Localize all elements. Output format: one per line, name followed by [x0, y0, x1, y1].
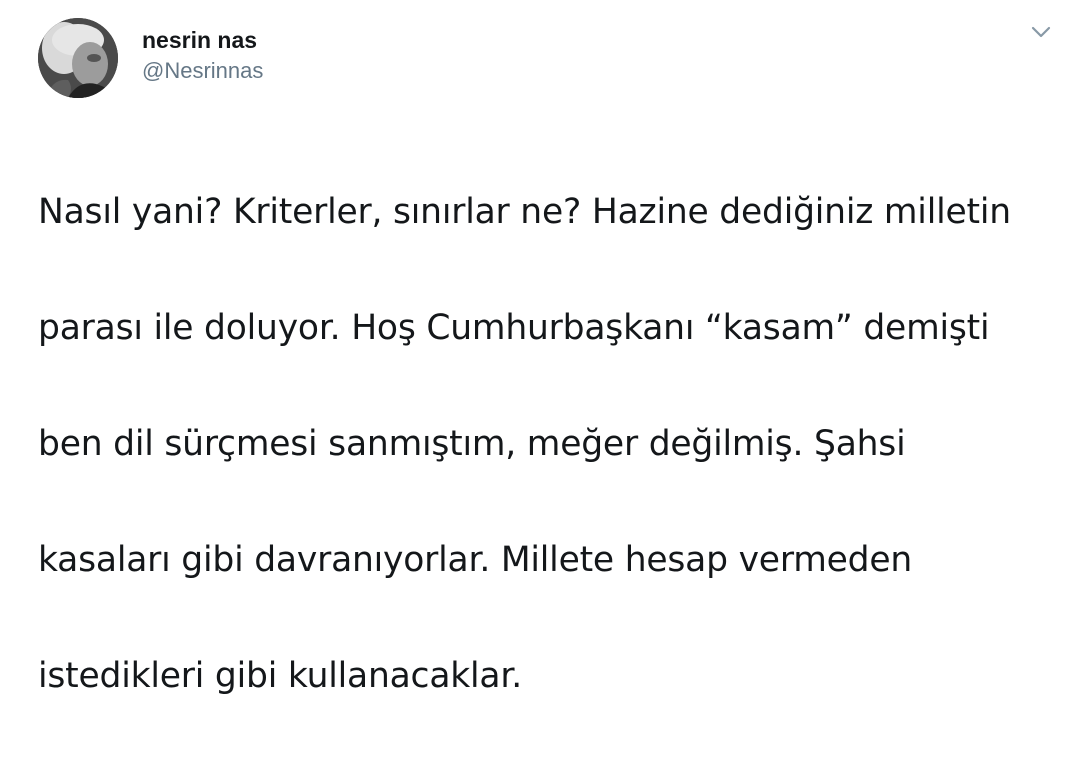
display-name[interactable]: nesrin nas — [142, 26, 257, 54]
tweet-text-line: ben dil sürçmesi sanmıştım, meğer değilm… — [38, 424, 906, 464]
user-handle[interactable]: @Nesrinnas — [142, 58, 263, 84]
chevron-down-icon[interactable] — [1028, 22, 1054, 42]
tweet-text: Nasıl yani? Kriterler, sınırlar ne? Hazi… — [38, 125, 1068, 763]
avatar-photo — [38, 18, 118, 98]
tweet-text-line: kasaları gibi davranıyorlar. Millete hes… — [38, 540, 913, 580]
avatar[interactable] — [38, 18, 118, 98]
tweet-text-line: istedikleri gibi kullanacaklar. — [38, 656, 522, 696]
tweet-text-line: Nasıl yani? Kriterler, sınırlar ne? Hazi… — [38, 192, 1011, 232]
tweet-card: nesrin nas @Nesrinnas Nasıl yani? Kriter… — [0, 0, 1083, 696]
tweet-text-line: parası ile doluyor. Hoş Cumhurbaşkanı “k… — [38, 308, 990, 348]
